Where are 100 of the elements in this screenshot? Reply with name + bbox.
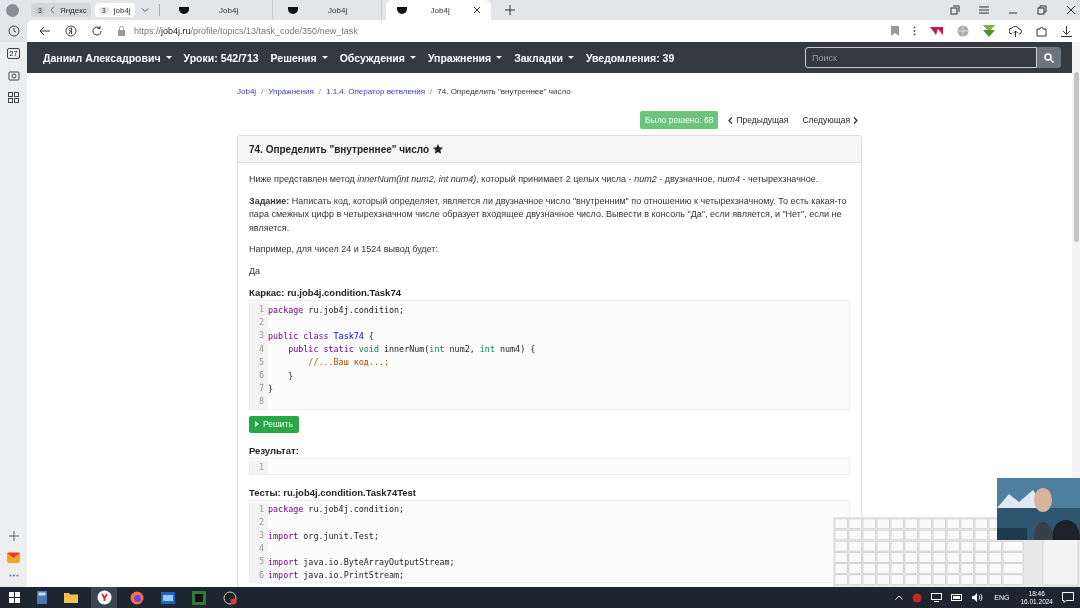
solved-count-badge: Было решено: 68 <box>640 111 719 129</box>
add-icon[interactable] <box>8 531 19 541</box>
code-line: import org.junit.Test; <box>268 530 379 541</box>
cup-icon <box>395 6 408 14</box>
speaker-icon[interactable] <box>972 593 984 602</box>
line-number: 1 <box>250 460 268 474</box>
line-number: 1 <box>250 303 268 317</box>
folder-icon[interactable] <box>64 592 78 603</box>
breadcrumb-separator: / <box>261 87 264 96</box>
caret-icon[interactable] <box>165 55 172 60</box>
code-line: } <box>268 383 274 394</box>
breadcrumb-link[interactable]: Job4j <box>237 87 257 96</box>
nav-item[interactable]: Обсуждения <box>339 51 416 64</box>
line-number: 2 <box>250 316 268 330</box>
line-number: 3 <box>250 329 268 343</box>
next-link[interactable]: Следующая <box>802 115 858 125</box>
breadcrumb-separator: / <box>430 87 433 96</box>
result-label: Результат: <box>249 444 300 456</box>
yandex-logo-icon[interactable] <box>65 25 77 37</box>
more-icon[interactable] <box>913 26 916 36</box>
collections-icon[interactable] <box>950 5 960 15</box>
grid-icon[interactable] <box>8 92 19 103</box>
record-app-icon[interactable] <box>223 590 237 605</box>
back-arrow-icon[interactable] <box>39 26 51 36</box>
play-icon <box>255 421 259 427</box>
app-tile-icon[interactable] <box>192 590 206 605</box>
chevron-right-icon <box>853 116 858 124</box>
chevron-left-icon[interactable] <box>49 6 55 14</box>
star-icon[interactable] <box>433 144 444 154</box>
windows-start-icon[interactable] <box>9 592 20 603</box>
task-paragraph: Например, для чисел 24 и 1524 вывод будет: <box>249 243 439 256</box>
more-icon[interactable] <box>8 574 19 577</box>
mail-icon[interactable] <box>7 552 20 563</box>
download-icon[interactable] <box>1061 25 1072 37</box>
search-button[interactable] <box>1037 47 1061 68</box>
line-number: 7 <box>250 382 268 396</box>
line-number: 5 <box>250 555 268 569</box>
calculator-icon[interactable] <box>37 591 47 604</box>
profile-avatar[interactable] <box>6 3 19 17</box>
caret-icon[interactable] <box>496 55 503 60</box>
breadcrumb-current: 74. Определить "внутреннее" число <box>437 87 571 96</box>
task-paragraph: Ниже представлен метод innerNum(int num2, int num4), который принимает 2 целых числа - num2 - двузначное, num4 - четырехзначное. <box>249 173 820 186</box>
caret-icon[interactable] <box>409 55 416 60</box>
breadcrumb-link[interactable]: Упражнения <box>268 87 314 96</box>
nav-item[interactable]: Уроки: 542/713 <box>183 51 259 64</box>
code-line: } <box>287 370 294 381</box>
code-line: package ru.job4j.condition; <box>268 504 405 515</box>
line-number: 4 <box>250 542 268 556</box>
window-app-icon[interactable] <box>161 591 175 604</box>
code-line: import java.io.ByteArrayOutputStream; <box>268 557 455 568</box>
cloud-upload-icon[interactable] <box>1009 25 1022 37</box>
camera-icon[interactable] <box>7 70 20 81</box>
code-line: public class Task74 { <box>268 330 374 341</box>
chevron-up-icon[interactable] <box>895 595 904 600</box>
restore-icon[interactable] <box>1037 5 1047 15</box>
previous-link[interactable]: Предыдущая <box>728 115 789 125</box>
search-field[interactable]: Поиск <box>805 47 1037 68</box>
code-editor[interactable]: 1 package ru.job4j.condition; 2 3 public class Task74 { 4 public static void innerNum(int num2, int num4) { 5 //...Ваш код...; 6 } 7 } 8 <box>249 300 850 410</box>
cup-icon <box>286 6 299 14</box>
bookmark-icon[interactable] <box>891 26 899 36</box>
firefox-icon[interactable] <box>130 590 144 605</box>
task-paragraph: Да <box>249 264 262 278</box>
close-icon[interactable] <box>472 6 481 14</box>
yandex-browser-icon[interactable] <box>96 590 112 605</box>
code-line: //...Ваш код...; <box>307 357 389 368</box>
breadcrumb-link[interactable]: 1.1.4. Оператор ветвления <box>326 87 426 96</box>
nav-item[interactable]: Упражнения <box>427 51 503 64</box>
line-number: 1 <box>250 502 268 516</box>
code-line: import java.io.PrintStream; <box>268 570 405 581</box>
notification-icon[interactable] <box>1062 592 1074 603</box>
search-icon[interactable] <box>1044 52 1054 63</box>
code-line: package ru.job4j.condition; <box>268 304 405 315</box>
task-title: 74. Определить "внутреннее" число <box>249 143 430 155</box>
nav-item[interactable]: Решения <box>270 51 328 64</box>
battery-icon[interactable] <box>951 594 964 601</box>
skeleton-label: Каркас: ru.job4j.condition.Task74 <box>249 287 402 298</box>
scrollbar-thumb[interactable] <box>1073 72 1079 242</box>
browser-tab[interactable]: Job4j <box>385 0 491 20</box>
caret-icon[interactable] <box>321 55 328 60</box>
nav-item[interactable]: Закладки <box>514 51 574 64</box>
breadcrumb-separator: / <box>318 87 321 96</box>
tests-label: Тесты: ru.job4j.condition.Task74Test <box>249 486 417 498</box>
line-number: 3 <box>250 529 268 543</box>
chevron-left-icon <box>728 116 734 124</box>
caret-icon[interactable] <box>567 55 574 60</box>
download-arrow-icon[interactable] <box>983 25 995 37</box>
menu-icon[interactable] <box>979 6 989 14</box>
line-number: 8 <box>250 395 268 409</box>
new-tab-icon[interactable] <box>504 5 515 15</box>
history-icon[interactable] <box>8 25 20 37</box>
nav-item[interactable]: Уведомления: 39 <box>585 51 675 64</box>
record-icon[interactable] <box>912 592 923 603</box>
code-line: public static void innerNum(int num2, int num4) { <box>287 344 536 355</box>
cup-icon <box>177 6 190 14</box>
extension-icon[interactable] <box>930 26 943 36</box>
reload-icon[interactable] <box>91 25 103 37</box>
task-paragraph: Задание: Написать код, который определяет, является ли двузначное число "внутренним" по отношению к четырехзначному. То есть какая-то пара смежных цифр в четырехзначном числе образует входящее двузначное число. Вывести в консоль "Да", если является, и "Нет", если не является. <box>249 194 848 235</box>
close-icon[interactable] <box>1066 5 1076 15</box>
nav-item[interactable]: Даниил Алексадрович <box>43 51 172 64</box>
lock-icon <box>117 26 126 36</box>
